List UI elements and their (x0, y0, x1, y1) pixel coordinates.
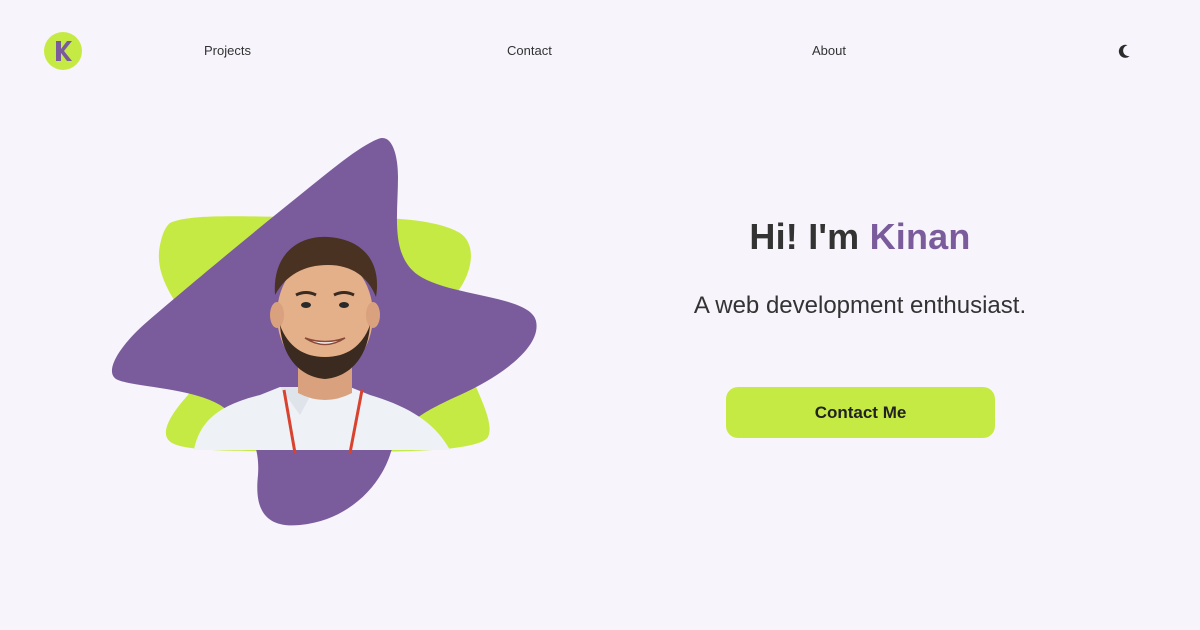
nav-link-contact[interactable]: Contact (507, 43, 552, 58)
hero-subtitle: A web development enthusiast. (693, 292, 1027, 319)
logo[interactable] (44, 32, 82, 70)
nav-link-about[interactable]: About (812, 43, 846, 58)
nav-link-projects[interactable]: Projects (204, 43, 251, 58)
hero-illustration (100, 125, 560, 535)
page: Projects Contact About Hi! I'm Kinan A w… (0, 0, 1200, 630)
hero-text: Hi! I'm Kinan A web development enthusia… (620, 210, 1100, 324)
theme-toggle-button[interactable] (1114, 41, 1134, 61)
top-nav: Projects Contact About (0, 0, 1200, 100)
hero-name: Kinan (869, 216, 971, 257)
k-logo-icon (56, 41, 72, 61)
moon-icon (1118, 44, 1130, 58)
contact-me-button[interactable]: Contact Me (726, 387, 995, 438)
hero-title: Hi! I'm Kinan (620, 210, 1100, 264)
hero-greeting: Hi! I'm (749, 216, 870, 257)
